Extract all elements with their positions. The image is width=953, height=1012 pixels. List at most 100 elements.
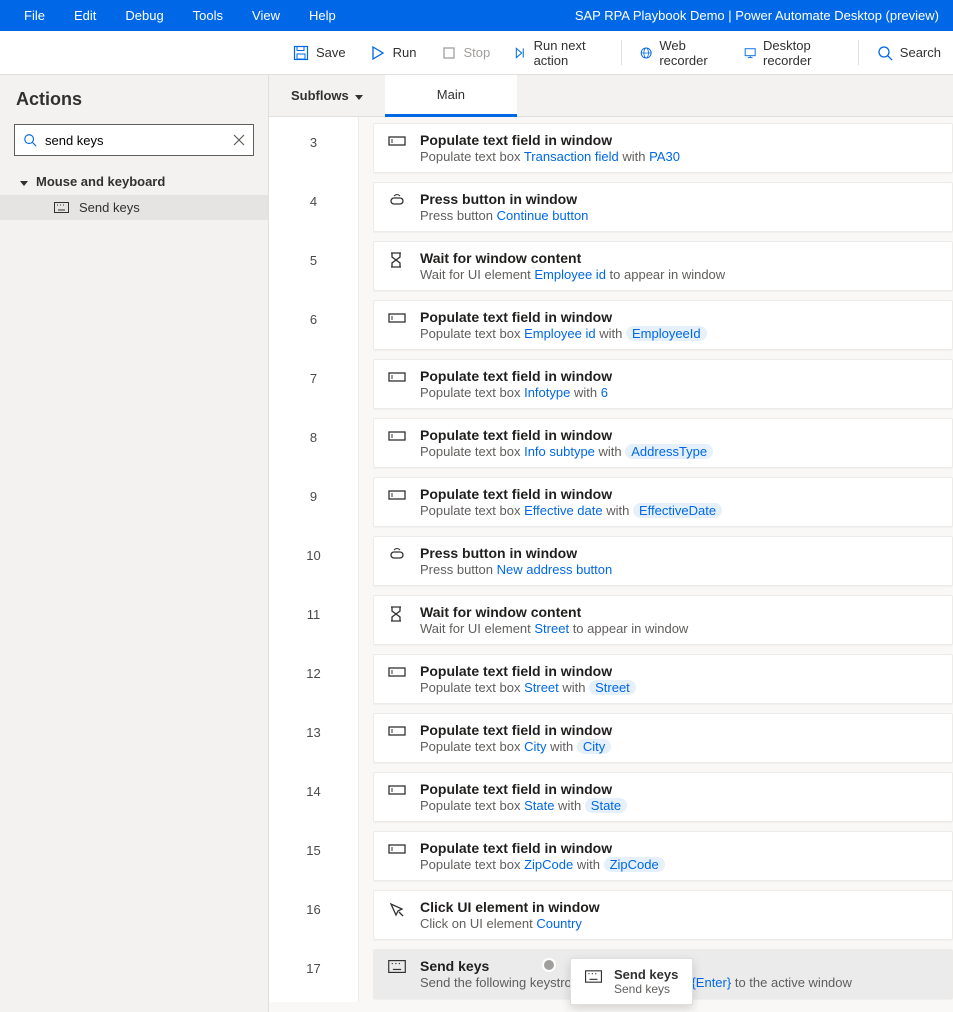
flow-step[interactable]: Populate text field in windowPopulate te…	[373, 300, 953, 350]
flow-content: Subflows Main 3Populate text field in wi…	[269, 75, 953, 1012]
flow-step[interactable]: Populate text field in windowPopulate te…	[373, 123, 953, 173]
search-icon	[877, 45, 893, 61]
flow-step[interactable]: Populate text field in windowPopulate te…	[373, 359, 953, 409]
menu-debug[interactable]: Debug	[111, 2, 177, 29]
click-icon	[388, 899, 406, 917]
press-icon	[388, 545, 406, 561]
step-number: 14	[269, 766, 359, 825]
step-number: 15	[269, 825, 359, 884]
textbox-icon	[388, 840, 406, 856]
desktop-recorder-button[interactable]: Desktop recorder	[732, 31, 852, 74]
menu-tools[interactable]: Tools	[179, 2, 237, 29]
step-number: 12	[269, 648, 359, 707]
stop-button[interactable]: Stop	[429, 31, 503, 74]
menu-help[interactable]: Help	[295, 2, 350, 29]
search-button[interactable]: Search	[865, 31, 953, 74]
flow-step[interactable]: Wait for window contentWait for UI eleme…	[373, 595, 953, 645]
textbox-icon	[388, 722, 406, 738]
step-number: 9	[269, 471, 359, 530]
subflows-button[interactable]: Subflows	[269, 75, 385, 116]
step-description: Populate text box State with State	[420, 798, 627, 813]
step-number: 4	[269, 176, 359, 235]
menubar: File Edit Debug Tools View Help SAP RPA …	[0, 0, 953, 31]
save-button[interactable]: Save	[281, 31, 358, 74]
step-description: Populate text box Infotype with 6	[420, 385, 612, 400]
textbox-icon	[388, 486, 406, 502]
wait-icon	[388, 604, 406, 622]
textbox-icon	[388, 132, 406, 148]
flow-step[interactable]: Populate text field in windowPopulate te…	[373, 418, 953, 468]
monitor-icon	[744, 45, 756, 61]
actions-heading: Actions	[0, 75, 268, 124]
step-description: Press button New address button	[420, 562, 612, 577]
step-description: Press button Continue button	[420, 208, 588, 223]
chevron-down-icon	[355, 88, 363, 103]
toolbar-separator	[858, 40, 859, 66]
textbox-icon	[388, 368, 406, 384]
clear-icon[interactable]	[233, 134, 245, 146]
flow-step[interactable]: Populate text field in windowPopulate te…	[373, 713, 953, 763]
flow-step[interactable]: Press button in windowPress button Conti…	[373, 182, 953, 232]
run-next-button[interactable]: Run next action	[502, 31, 615, 74]
web-rec-label: Web recorder	[659, 38, 719, 68]
tree-group-label: Mouse and keyboard	[36, 174, 165, 189]
step-number: 8	[269, 412, 359, 471]
tooltip-title: Send keys	[614, 967, 678, 982]
tree-item-send-keys[interactable]: Send keys	[0, 195, 268, 220]
tree-group-mouse-keyboard[interactable]: Mouse and keyboard	[0, 168, 268, 195]
toolbar-separator	[621, 40, 622, 66]
step-description: Populate text box City with City	[420, 739, 612, 754]
step-title: Populate text field in window	[420, 309, 707, 325]
keys-icon	[388, 958, 406, 973]
web-recorder-button[interactable]: Web recorder	[628, 31, 732, 74]
step-title: Wait for window content	[420, 604, 688, 620]
run-button[interactable]: Run	[358, 31, 429, 74]
flow-step[interactable]: Wait for window contentWait for UI eleme…	[373, 241, 953, 291]
tooltip-sub: Send keys	[614, 982, 678, 996]
step-description: Populate text box Transaction field with…	[420, 149, 680, 164]
flow-step[interactable]: Populate text field in windowPopulate te…	[373, 477, 953, 527]
run-next-label: Run next action	[534, 38, 604, 68]
flow-step[interactable]: Populate text field in windowPopulate te…	[373, 772, 953, 822]
actions-search[interactable]	[14, 124, 254, 156]
step-number: 7	[269, 353, 359, 412]
flow-step[interactable]: Populate text field in windowPopulate te…	[373, 654, 953, 704]
tab-strip: Subflows Main	[269, 75, 953, 117]
flow-step[interactable]: Click UI element in windowClick on UI el…	[373, 890, 953, 940]
keyboard-icon	[585, 970, 602, 983]
step-number: 10	[269, 530, 359, 589]
keyboard-icon	[54, 202, 69, 213]
press-icon	[388, 191, 406, 207]
step-title: Populate text field in window	[420, 368, 612, 384]
tab-main[interactable]: Main	[385, 75, 517, 117]
menu-items: File Edit Debug Tools View Help	[10, 2, 350, 29]
textbox-icon	[388, 663, 406, 679]
step-number: 5	[269, 235, 359, 294]
menu-file[interactable]: File	[10, 2, 59, 29]
save-label: Save	[316, 45, 346, 60]
actions-search-input[interactable]	[45, 133, 225, 148]
step-description: Wait for UI element Employee id to appea…	[420, 267, 725, 282]
flow-step[interactable]: Populate text field in windowPopulate te…	[373, 831, 953, 881]
step-description: Wait for UI element Street to appear in …	[420, 621, 688, 636]
step-description: Populate text box Employee id with Emplo…	[420, 326, 707, 341]
step-icon	[514, 45, 526, 61]
step-description: Populate text box Info subtype with Addr…	[420, 444, 713, 459]
step-title: Wait for window content	[420, 250, 725, 266]
step-title: Populate text field in window	[420, 486, 722, 502]
menu-edit[interactable]: Edit	[60, 2, 110, 29]
textbox-icon	[388, 309, 406, 325]
flow-step[interactable]: Press button in windowPress button New a…	[373, 536, 953, 586]
step-number: 17	[269, 943, 359, 1002]
actions-sidebar: Actions Mouse and keyboard Send keys	[0, 75, 269, 1012]
flow-area: 3Populate text field in windowPopulate t…	[269, 117, 953, 1012]
step-description: Populate text box Effective date with Ef…	[420, 503, 722, 518]
play-icon	[370, 45, 386, 61]
chevron-down-icon	[20, 174, 28, 189]
step-number: 11	[269, 589, 359, 648]
menu-view[interactable]: View	[238, 2, 294, 29]
stop-label: Stop	[464, 45, 491, 60]
toolbar: Save Run Stop Run next action Web record…	[0, 31, 953, 75]
scroll-handle[interactable]	[542, 958, 556, 972]
subflows-label: Subflows	[291, 88, 349, 103]
